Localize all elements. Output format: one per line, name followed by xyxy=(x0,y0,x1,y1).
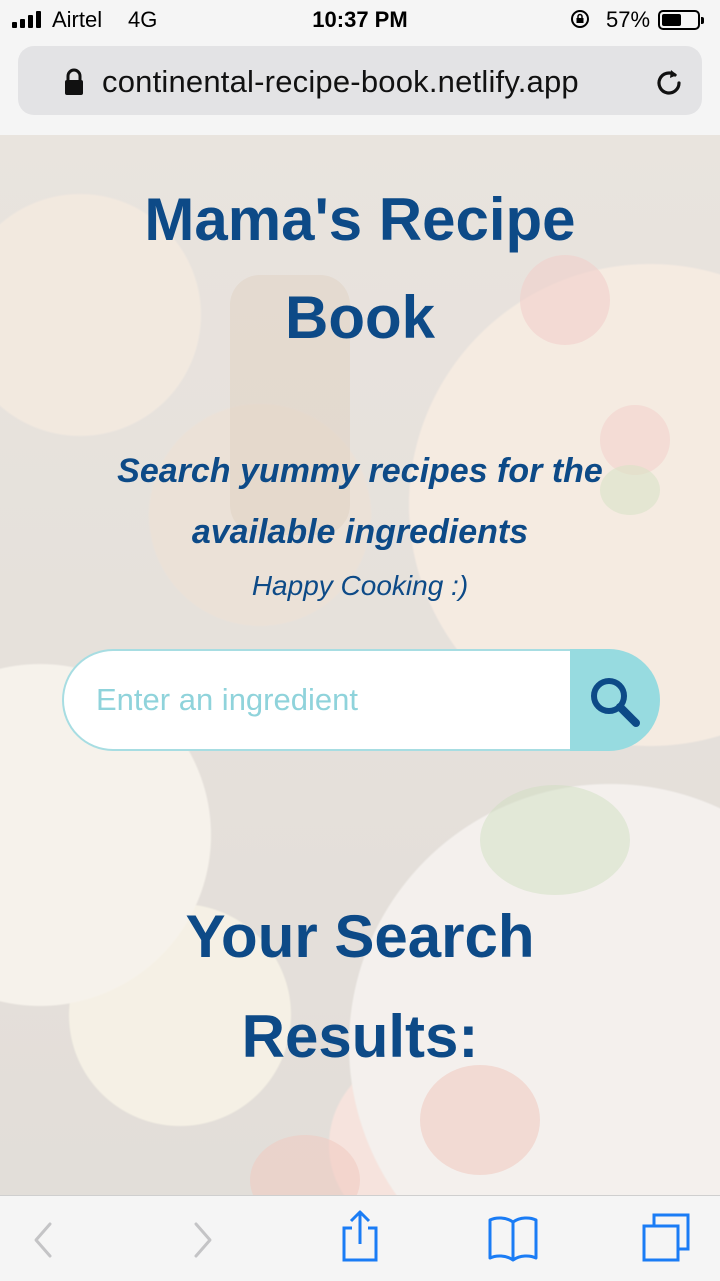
share-icon[interactable] xyxy=(338,1208,382,1264)
browser-address-area: continental-recipe-book.netlify.app xyxy=(0,40,720,136)
subtitle-line-2: available ingredients xyxy=(191,513,529,551)
search-icon xyxy=(591,678,640,727)
reload-icon[interactable] xyxy=(652,66,686,100)
tagline: Happy Cooking :) xyxy=(251,570,469,601)
ingredient-search-input[interactable] xyxy=(62,649,570,751)
subtitle-line-1: Search yummy recipes for the xyxy=(117,452,603,490)
title-line-2: Book xyxy=(285,284,435,351)
battery-percent: 57% xyxy=(606,7,651,32)
search-bar xyxy=(62,649,660,755)
page-title: Mama's Recipe Book xyxy=(0,171,720,367)
page-subtitle: Search yummy recipes for the available i… xyxy=(0,441,720,563)
results-heading-line-2: Results: xyxy=(241,1003,479,1070)
chevron-right-icon[interactable] xyxy=(190,1210,218,1270)
book-icon[interactable] xyxy=(486,1214,540,1262)
orientation-lock-icon xyxy=(571,10,589,28)
status-bar: Airtel 4G 10:37 PM 57% xyxy=(0,0,720,40)
results-heading-line-1: Your Search xyxy=(185,903,535,970)
battery-icon xyxy=(658,10,704,30)
results-heading: Your Search Results: xyxy=(0,887,720,1087)
tabs-icon[interactable] xyxy=(640,1212,692,1264)
page-content: Mama's Recipe Book Search yummy recipes … xyxy=(0,135,720,1195)
browser-toolbar xyxy=(0,1195,720,1281)
url-text[interactable]: continental-recipe-book.netlify.app xyxy=(102,64,579,100)
padlock-icon xyxy=(65,68,83,95)
address-bar[interactable]: continental-recipe-book.netlify.app xyxy=(18,46,702,115)
title-line-1: Mama's Recipe xyxy=(144,186,576,253)
chevron-left-icon[interactable] xyxy=(28,1210,56,1270)
search-button[interactable] xyxy=(570,649,660,751)
